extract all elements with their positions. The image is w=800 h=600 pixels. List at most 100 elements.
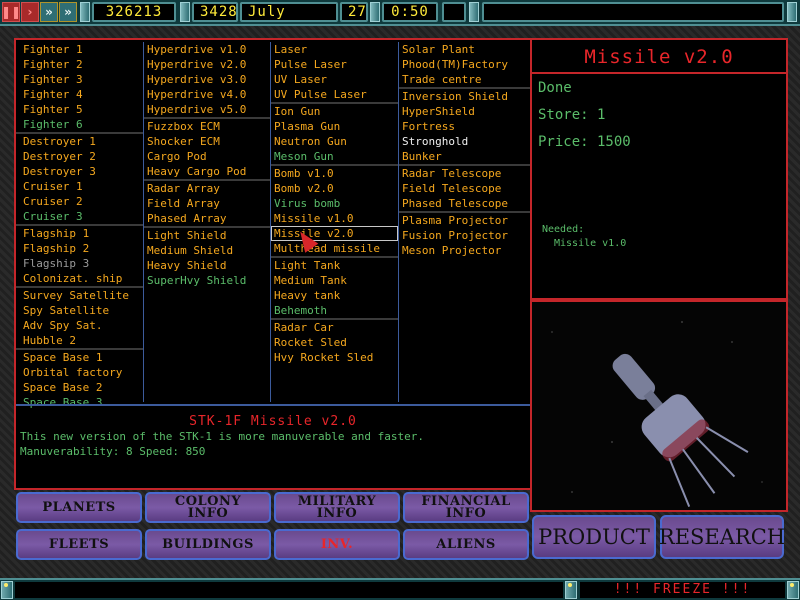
list-item[interactable]: Survey Satellite xyxy=(16,288,143,303)
list-item[interactable]: Hvy Rocket Sled xyxy=(271,350,398,365)
description-stats: Manuverability: 8 Speed: 850 xyxy=(20,445,206,458)
list-item[interactable]: Laser xyxy=(271,42,398,57)
list-item[interactable]: Destroyer 1 xyxy=(16,134,143,149)
list-item[interactable]: Fighter 6 xyxy=(16,117,143,132)
planets-button[interactable]: PLANETS xyxy=(16,492,142,523)
list-item[interactable]: Shocker ECM xyxy=(144,134,270,149)
list-item[interactable]: Field Telescope xyxy=(399,181,530,196)
list-item[interactable]: Phood(TM)Factory xyxy=(399,57,530,72)
list-item[interactable]: Flagship 3 xyxy=(16,256,143,271)
list-item[interactable]: Solar Plant xyxy=(399,42,530,57)
list-item[interactable]: Stronghold xyxy=(399,134,530,149)
list-item[interactable]: Inversion Shield xyxy=(399,89,530,104)
product-button[interactable]: PRODUCT xyxy=(532,515,656,559)
list-item[interactable]: Plasma Projector xyxy=(399,213,530,228)
item-group: Radar Car Rocket Sled Hvy Rocket Sled xyxy=(271,320,398,365)
list-item[interactable]: Fighter 3 xyxy=(16,72,143,87)
list-item[interactable]: SuperHvy Shield xyxy=(144,273,270,288)
buildings-button[interactable]: BUILDINGS xyxy=(145,529,271,560)
list-item[interactable]: Multhead missile xyxy=(271,241,398,256)
list-item[interactable]: Fusion Projector xyxy=(399,228,530,243)
list-item[interactable]: Meson Gun xyxy=(271,149,398,164)
list-item[interactable]: UV Laser xyxy=(271,72,398,87)
list-item[interactable]: Light Tank xyxy=(271,258,398,273)
list-item[interactable]: Field Array xyxy=(144,196,270,211)
list-item[interactable]: Virus bomb xyxy=(271,196,398,211)
list-item[interactable]: Fortress xyxy=(399,119,530,134)
needed-label: Needed: xyxy=(542,224,585,235)
play-button[interactable]: › xyxy=(21,2,39,22)
list-item[interactable]: Trade centre xyxy=(399,72,530,87)
military-info-button[interactable]: MILITARY INFO xyxy=(274,492,400,523)
research-button[interactable]: RESEARCH xyxy=(659,515,785,559)
financial-info-button[interactable]: FINANCIAL INFO xyxy=(403,492,529,523)
list-item[interactable]: Medium Shield xyxy=(144,243,270,258)
list-item[interactable]: Adv Spy Sat. xyxy=(16,318,143,333)
list-item[interactable]: Behemoth xyxy=(271,303,398,318)
play-icon: › xyxy=(27,5,33,19)
list-item[interactable]: Pulse Laser xyxy=(271,57,398,72)
item-group: Inversion Shield HyperShield Fortress Stron… xyxy=(399,89,530,166)
colony-info-button[interactable]: COLONY INFO xyxy=(145,492,271,523)
list-item[interactable]: Meson Projector xyxy=(399,243,530,258)
list-item[interactable]: Colonizat. ship xyxy=(16,271,143,286)
list-item[interactable]: Bomb v1.0 xyxy=(271,166,398,181)
description-panel: STK-1F Missile v2.0 This new version of … xyxy=(16,404,530,488)
list-item[interactable]: Bomb v2.0 xyxy=(271,181,398,196)
list-item[interactable]: Bunker xyxy=(399,149,530,164)
fleets-button[interactable]: FLEETS xyxy=(16,529,142,560)
aliens-button[interactable]: ALIENS xyxy=(403,529,529,560)
list-item[interactable]: Hyperdrive v1.0 xyxy=(144,42,270,57)
item-group: Space Base 1 Orbital factory Space Base 2S… xyxy=(16,350,143,410)
list-item[interactable]: Fighter 4 xyxy=(16,87,143,102)
list-item[interactable]: Missile v1.0 xyxy=(271,211,398,226)
list-item[interactable]: UV Pulse Laser xyxy=(271,87,398,102)
list-item[interactable]: Rocket Sled xyxy=(271,335,398,350)
list-item[interactable]: Space Base 1 xyxy=(16,350,143,365)
list-item[interactable]: Light Shield xyxy=(144,228,270,243)
list-item[interactable]: Radar Telescope xyxy=(399,166,530,181)
list-item[interactable]: Hyperdrive v2.0 xyxy=(144,57,270,72)
list-item[interactable]: Orbital factory xyxy=(16,365,143,380)
item-group: Ion Gun Plasma Gun Neutron Gun Meson Gun xyxy=(271,104,398,166)
list-item[interactable]: Radar Car xyxy=(271,320,398,335)
list-item[interactable]: Hyperdrive v5.0 xyxy=(144,102,270,117)
list-item[interactable]: Spy Satellite xyxy=(16,303,143,318)
list-item[interactable]: Hubble 2 xyxy=(16,333,143,348)
product-image-panel xyxy=(530,300,788,512)
list-item[interactable]: Medium Tank xyxy=(271,273,398,288)
fastest-forward-button[interactable]: » xyxy=(59,2,77,22)
missile-fin xyxy=(705,426,749,454)
item-group: Survey Satellite Spy Satellite Adv Spy Sat… xyxy=(16,288,143,350)
list-item[interactable]: Fighter 1 xyxy=(16,42,143,57)
list-item[interactable]: Heavy tank xyxy=(271,288,398,303)
list-item[interactable]: Ion Gun xyxy=(271,104,398,119)
list-item[interactable]: Plasma Gun xyxy=(271,119,398,134)
list-item[interactable]: Cruiser 2 xyxy=(16,194,143,209)
list-item[interactable]: Phased Telescope xyxy=(399,196,530,211)
indicator-knob xyxy=(1,581,13,599)
list-item[interactable]: Destroyer 2 xyxy=(16,149,143,164)
list-item[interactable]: Cruiser 1 xyxy=(16,179,143,194)
list-item[interactable]: Fighter 2 xyxy=(16,57,143,72)
list-item[interactable]: Hyperdrive v3.0 xyxy=(144,72,270,87)
list-item[interactable]: Flagship 1 xyxy=(16,226,143,241)
fast-forward-button[interactable]: » xyxy=(40,2,58,22)
list-item[interactable]: Cruiser 3 xyxy=(16,209,143,224)
pause-button[interactable]: ❚❚ xyxy=(1,2,21,22)
list-item[interactable]: Missile v2.0 xyxy=(271,226,398,241)
list-item[interactable]: Heavy Cargo Pod xyxy=(144,164,270,179)
list-item[interactable]: Destroyer 3 xyxy=(16,164,143,179)
list-item[interactable]: Flagship 2 xyxy=(16,241,143,256)
list-item[interactable]: Space Base 2 xyxy=(16,380,143,395)
list-item[interactable]: Phased Array xyxy=(144,211,270,226)
inventions-button[interactable]: INV. xyxy=(274,529,400,560)
list-item[interactable]: Neutron Gun xyxy=(271,134,398,149)
list-item[interactable]: Heavy Shield xyxy=(144,258,270,273)
list-item[interactable]: HyperShield xyxy=(399,104,530,119)
list-item[interactable]: Fighter 5 xyxy=(16,102,143,117)
list-item[interactable]: Fuzzbox ECM xyxy=(144,119,270,134)
list-item[interactable]: Hyperdrive v4.0 xyxy=(144,87,270,102)
list-item[interactable]: Radar Array xyxy=(144,181,270,196)
list-item[interactable]: Cargo Pod xyxy=(144,149,270,164)
